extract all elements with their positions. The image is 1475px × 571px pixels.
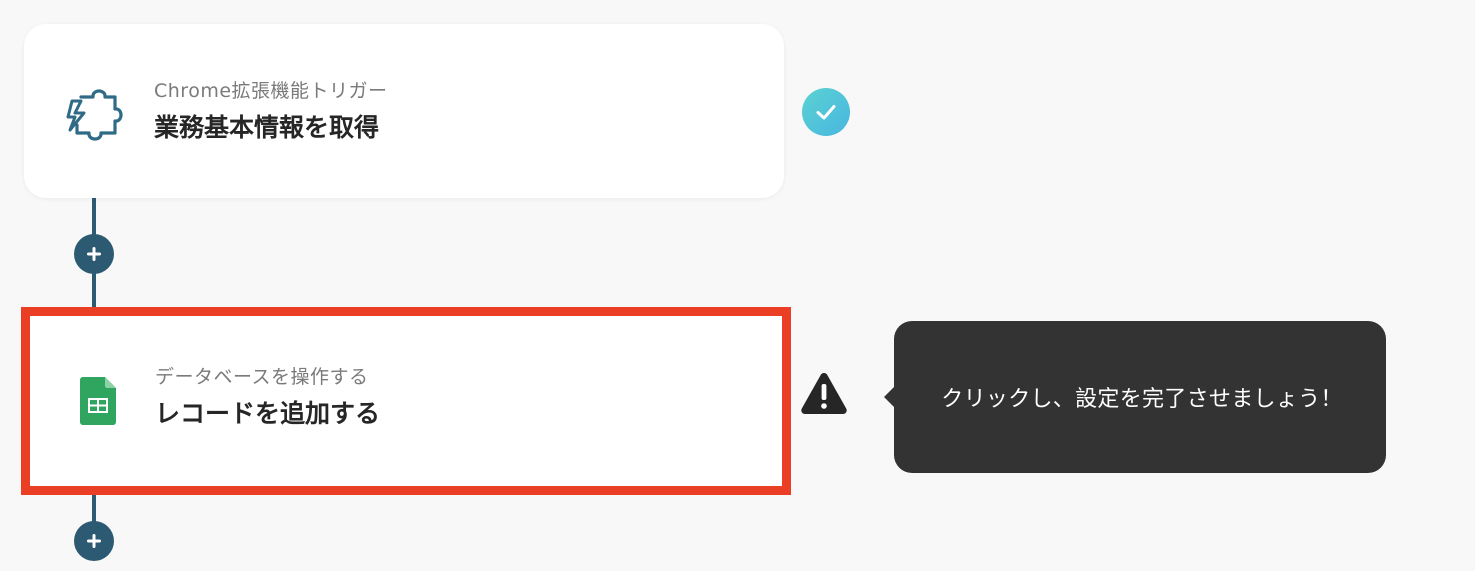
trigger-step-card[interactable]: Chrome拡張機能トリガー 業務基本情報を取得 <box>24 24 784 198</box>
check-icon <box>802 88 850 136</box>
plus-icon <box>87 534 101 548</box>
step-title: 業務基本情報を取得 <box>154 113 380 142</box>
step-text: Chrome拡張機能トリガー 業務基本情報を取得 <box>154 78 388 146</box>
step-title: レコードを追加する <box>155 399 381 428</box>
step-text: データベースを操作する レコードを追加する <box>155 364 380 432</box>
step-subtitle: データベースを操作する <box>155 366 369 388</box>
database-step-card[interactable]: データベースを操作する レコードを追加する <box>21 307 791 495</box>
step-subtitle: Chrome拡張機能トリガー <box>154 80 388 102</box>
google-sheets-icon <box>76 373 120 429</box>
flow-canvas: Chrome拡張機能トリガー 業務基本情報を取得 データベースを操作する レコー… <box>0 0 1475 571</box>
add-step-button[interactable] <box>74 521 114 561</box>
add-step-button[interactable] <box>74 234 114 274</box>
warning-icon <box>799 370 849 420</box>
setup-hint-tooltip: クリックし、設定を完了させましょう！ <box>884 321 1386 473</box>
plus-icon <box>87 247 101 261</box>
puzzle-lightning-icon <box>64 84 126 144</box>
tooltip-text: クリックし、設定を完了させましょう！ <box>941 387 1343 412</box>
